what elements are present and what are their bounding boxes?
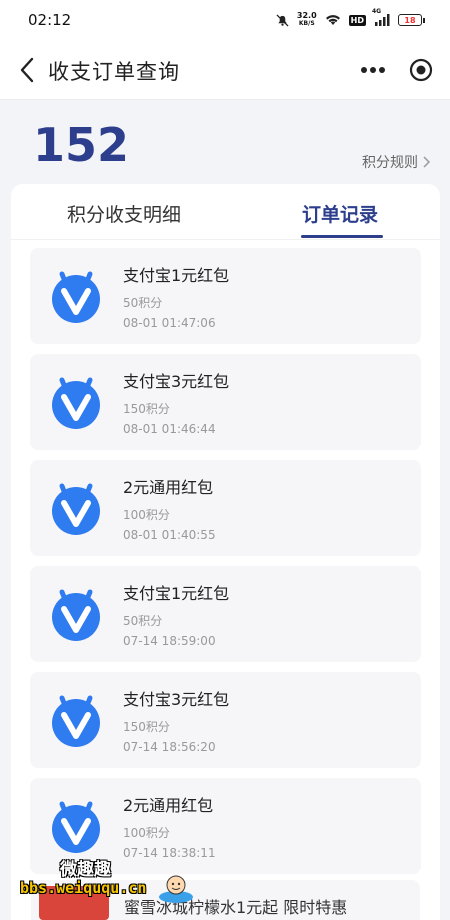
order-item[interactable]: 2元通用红包 100积分 08-01 01:40:55 (30, 460, 421, 556)
status-time: 02:12 (28, 11, 72, 29)
order-points: 100积分 (123, 508, 170, 522)
signal-label: 4G (372, 8, 382, 15)
active-tab-indicator (301, 235, 383, 238)
status-bar: 02:12 32.0 KB/S HD 4G 18 (0, 0, 450, 40)
close-miniapp-button[interactable] (408, 57, 434, 83)
watermark: 微趣趣 bbs.weiququ.cn (20, 855, 210, 905)
order-points: 150积分 (123, 402, 170, 416)
order-item[interactable]: 支付宝1元红包 50积分 08-01 01:47:06 (30, 248, 421, 344)
mute-icon (276, 13, 289, 27)
brand-logo-icon (52, 695, 100, 747)
order-item[interactable]: 支付宝3元红包 150积分 08-01 01:46:44 (30, 354, 421, 450)
order-time: 08-01 01:47:06 (123, 316, 216, 330)
order-title: 2元通用红包 (123, 796, 214, 815)
status-icons: 32.0 KB/S HD 4G 18 (276, 8, 425, 28)
brand-logo-icon (52, 271, 100, 323)
watermark-title: 微趣趣 (60, 860, 111, 880)
net-speed-unit: KB/S (298, 20, 315, 27)
tab-bar: 积分收支明细 订单记录 (11, 184, 440, 240)
order-title: 支付宝1元红包 (123, 266, 230, 285)
chevron-right-icon (423, 156, 430, 168)
order-item[interactable]: 支付宝3元红包 150积分 07-14 18:56:20 (30, 672, 421, 768)
tab-order-records[interactable]: 订单记录 (302, 200, 378, 227)
brand-logo-icon (52, 589, 100, 641)
order-title: 支付宝3元红包 (123, 690, 230, 709)
order-points: 150积分 (123, 720, 170, 734)
order-item[interactable]: 支付宝1元红包 50积分 07-14 18:59:00 (30, 566, 421, 662)
points-balance: 152 (33, 118, 130, 172)
order-points: 100积分 (123, 826, 170, 840)
brand-logo-icon (52, 483, 100, 535)
net-speed-value: 32.0 (296, 11, 317, 20)
mascot-icon (159, 875, 193, 903)
brand-logo-icon (52, 801, 100, 853)
net-speed: 32.0 KB/S (297, 12, 317, 28)
order-title: 2元通用红包 (123, 478, 214, 497)
more-dots-icon (361, 67, 385, 73)
more-button[interactable] (358, 60, 388, 80)
hd-badge: HD (348, 14, 366, 26)
signal-icon: 4G (372, 8, 390, 26)
order-time: 08-01 01:46:44 (123, 422, 216, 436)
order-points: 50积分 (123, 614, 163, 628)
order-time: 08-01 01:40:55 (123, 528, 216, 542)
order-time: 07-14 18:59:00 (123, 634, 216, 648)
order-time: 07-14 18:56:20 (123, 740, 216, 754)
battery-level: 18 (404, 15, 416, 25)
order-points: 50积分 (123, 296, 163, 310)
watermark-url: bbs.weiququ.cn (20, 879, 147, 897)
order-title: 支付宝1元红包 (123, 584, 230, 603)
page-title: 收支订单查询 (48, 60, 180, 84)
battery-icon: 18 (398, 14, 425, 26)
back-button[interactable] (12, 54, 42, 86)
tab-points-detail[interactable]: 积分收支明细 (67, 200, 181, 227)
points-rules-label: 积分规则 (362, 155, 418, 171)
points-rules-link[interactable]: 积分规则 (362, 152, 430, 172)
back-arrow-icon (20, 57, 34, 83)
wifi-icon (325, 14, 341, 26)
records-card: 积分收支明细 订单记录 支付宝1元红包 50积分 08-01 01:47:06 … (11, 184, 440, 920)
nav-bar: 收支订单查询 (0, 40, 450, 100)
brand-logo-icon (52, 377, 100, 429)
target-icon (409, 58, 433, 82)
order-title: 支付宝3元红包 (123, 372, 230, 391)
